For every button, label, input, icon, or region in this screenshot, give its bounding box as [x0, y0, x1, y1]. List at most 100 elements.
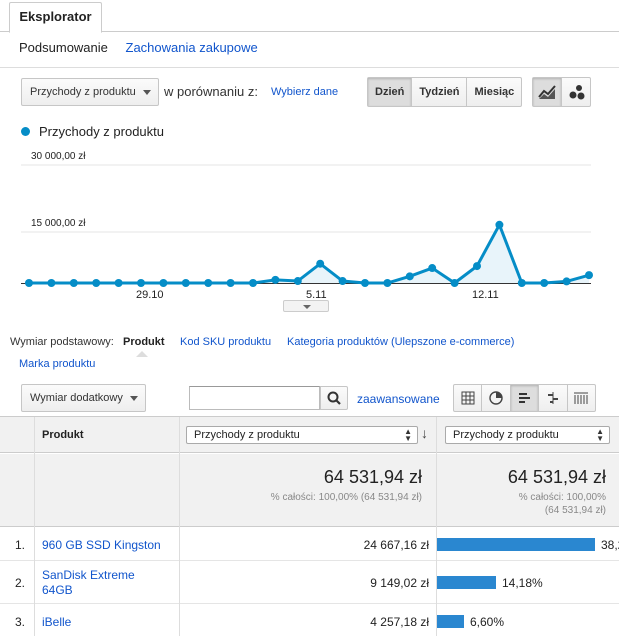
- row-number: 3.: [15, 615, 26, 629]
- data-point[interactable]: [517, 279, 526, 287]
- table-row: 1. 960 GB SSD Kingston 24 667,16 zł 38,2…: [0, 528, 619, 561]
- line-chart-icon: [538, 85, 556, 99]
- data-point[interactable]: [473, 262, 481, 271]
- total-percentage-comparison: % całości: 100,00%: [518, 492, 606, 503]
- compare-metric-link[interactable]: Wybierz dane: [271, 86, 338, 98]
- month-button[interactable]: Miesiąc: [467, 78, 521, 106]
- column-divider: [34, 417, 35, 636]
- table-row: 3. iBelle 4 257,18 zł 6,60%: [0, 605, 619, 636]
- row-value: 4 257,18 zł: [370, 615, 429, 629]
- legend-dot-icon: [21, 127, 30, 136]
- data-point[interactable]: [69, 279, 78, 287]
- row-value: 9 149,02 zł: [370, 576, 429, 590]
- product-link[interactable]: 960 GB SSD Kingston: [42, 538, 161, 553]
- data-point[interactable]: [92, 279, 101, 287]
- share-bar: [437, 576, 496, 589]
- data-point[interactable]: [495, 220, 504, 229]
- data-point[interactable]: [316, 259, 325, 268]
- table-row: 2. SanDisk Extreme 64GB 9 149,02 zł 14,1…: [0, 562, 619, 604]
- legend-label: Przychody z produktu: [39, 124, 165, 139]
- dimension-brand[interactable]: Marka produktu: [19, 358, 95, 370]
- advanced-filter-link[interactable]: zaawansowane: [357, 392, 440, 406]
- compare-label: w porównaniu z:: [164, 84, 258, 99]
- table-view-toggle: [453, 384, 596, 412]
- row-percentage: 14,18%: [502, 576, 543, 590]
- metric-select-label: Przychody z produktu: [30, 86, 136, 98]
- metric-column-select[interactable]: Przychody z produktu ▲ ▼: [186, 426, 418, 444]
- row-number: 2.: [15, 576, 26, 590]
- chart-resize-handle[interactable]: [283, 300, 329, 312]
- comparison-metric-select[interactable]: Przychody z produktu ▲ ▼: [445, 426, 610, 444]
- column-header-product[interactable]: Produkt: [42, 429, 84, 441]
- line-chart-button[interactable]: [533, 78, 562, 106]
- grid-icon: [461, 391, 475, 405]
- data-point[interactable]: [405, 272, 414, 281]
- divider: [0, 67, 619, 68]
- row-percentage: 6,60%: [470, 615, 505, 629]
- sort-desc-icon[interactable]: ↓: [421, 425, 428, 441]
- product-link[interactable]: SanDisk Extreme 64GB: [42, 568, 152, 598]
- data-point[interactable]: [450, 279, 459, 287]
- day-button[interactable]: Dzień: [368, 78, 413, 106]
- data-point[interactable]: [249, 279, 257, 287]
- secondary-dimension-label: Wymiar dodatkowy: [30, 392, 123, 404]
- search-button[interactable]: [320, 386, 348, 410]
- dimension-product[interactable]: Produkt: [123, 336, 165, 348]
- data-point[interactable]: [585, 271, 593, 280]
- total-value: 64 531,94 zł: [323, 467, 422, 487]
- dimension-sku[interactable]: Kod SKU produktu: [180, 336, 271, 348]
- data-point[interactable]: [383, 279, 392, 287]
- chart-type-toggle: [532, 77, 591, 107]
- x-tick-label: 29.10: [136, 289, 164, 301]
- data-point[interactable]: [47, 279, 56, 287]
- data-point[interactable]: [204, 279, 213, 287]
- data-point[interactable]: [428, 264, 437, 273]
- data-point[interactable]: [338, 277, 347, 286]
- tab-explorer[interactable]: Eksplorator: [9, 2, 102, 33]
- data-table: Produkt Przychody z produktu ▲ ▼ ↓ Przych…: [0, 416, 619, 636]
- subnav-shopping-behavior[interactable]: Zachowania zakupowe: [126, 40, 258, 55]
- metric-select[interactable]: Przychody z produktu: [21, 78, 159, 106]
- sort-updown-icon: ▲ ▼: [404, 427, 412, 443]
- chart-legend: Przychody z produktu: [21, 124, 164, 139]
- data-point[interactable]: [137, 279, 145, 287]
- product-link[interactable]: iBelle: [42, 615, 71, 630]
- data-point[interactable]: [25, 279, 33, 287]
- granularity-toggle: Dzień Tydzień Miesiąc: [367, 77, 523, 107]
- tab-strip: Eksplorator: [0, 0, 619, 33]
- performance-view-button[interactable]: [510, 385, 540, 411]
- total-value-comparison: 64 531,94 zł: [507, 467, 606, 487]
- total-percentage: % całości: 100,00% (64 531,94 zł): [270, 492, 422, 503]
- data-point[interactable]: [293, 277, 302, 286]
- table-header: Produkt Przychody z produktu ▲ ▼ ↓ Przych…: [0, 417, 619, 453]
- data-point[interactable]: [271, 275, 280, 284]
- data-point[interactable]: [114, 279, 123, 287]
- subnav-summary[interactable]: Podsumowanie: [19, 40, 108, 55]
- search-icon: [327, 391, 341, 405]
- comparison-view-button[interactable]: [539, 385, 568, 411]
- bubble-chart-icon: [569, 85, 584, 100]
- comparison-icon: [547, 392, 558, 404]
- data-point[interactable]: [361, 279, 369, 287]
- data-point[interactable]: [226, 279, 235, 287]
- row-percentage: 38,22%: [601, 538, 619, 552]
- data-point[interactable]: [562, 277, 571, 286]
- row-value: 24 667,16 zł: [363, 538, 429, 552]
- sort-updown-icon: ▲ ▼: [596, 427, 604, 443]
- pie-view-button[interactable]: [482, 385, 511, 411]
- pivot-table-icon: [574, 392, 589, 404]
- data-point[interactable]: [181, 279, 190, 287]
- data-view-button[interactable]: [454, 385, 483, 411]
- primary-dimension-label: Wymiar podstawowy:: [10, 336, 114, 348]
- week-button[interactable]: Tydzień: [412, 78, 468, 106]
- share-bar: [437, 538, 595, 551]
- table-search-input[interactable]: [189, 386, 320, 410]
- motion-chart-button[interactable]: [562, 78, 590, 106]
- x-tick-label: 12.11: [472, 289, 499, 301]
- dimension-category[interactable]: Kategoria produktów (Ulepszone e-commerc…: [287, 336, 514, 348]
- total-absolute-comparison: (64 531,94 zł): [544, 505, 606, 516]
- pivot-view-button[interactable]: [568, 385, 595, 411]
- data-point[interactable]: [540, 279, 549, 287]
- secondary-dimension-select[interactable]: Wymiar dodatkowy: [21, 384, 146, 412]
- data-point[interactable]: [159, 279, 168, 287]
